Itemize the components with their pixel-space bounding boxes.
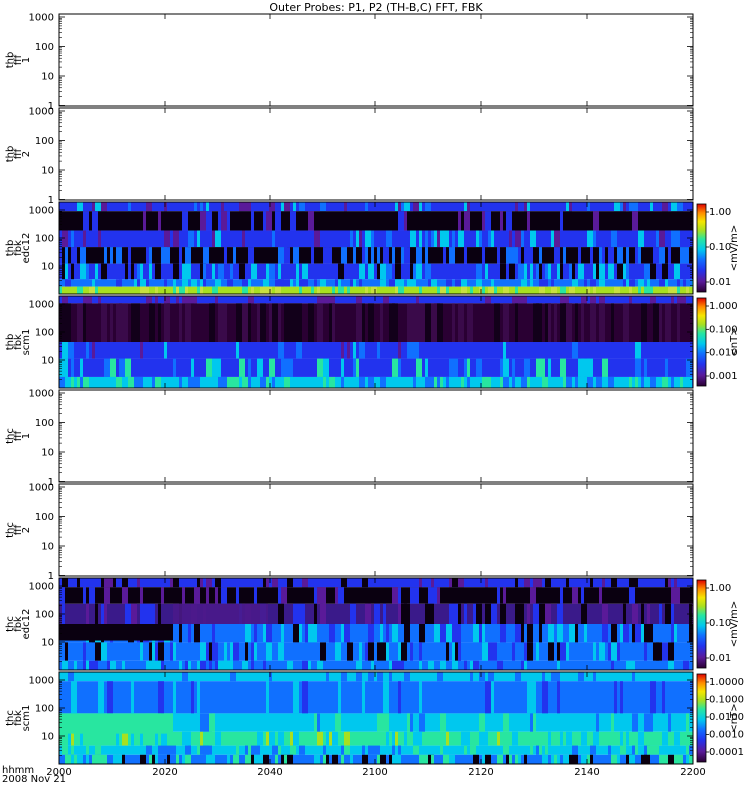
x-tick-label: 2120 (468, 767, 493, 778)
y-tick-label: 100 (35, 704, 54, 715)
y-axis: 1000 100 10 1 (29, 483, 693, 582)
colorbar: 1.00000.10000.01000.00100.0001<nT> (696, 673, 744, 763)
y-tick-label: 10 (41, 262, 54, 273)
colorbar-tick-label: 0.01 (709, 653, 731, 664)
panel-label-line: 1 (21, 57, 32, 63)
panel-label-line: scm1 (21, 705, 32, 732)
colorbar: 1.0000.1000.0100.001<nT> (696, 297, 740, 387)
y-tick-label: 1000 (29, 107, 54, 118)
y-tick-label: 10 (41, 72, 54, 83)
panel-stack: 1000100101thbfff11000100101thbfff21.000.… (5, 13, 744, 765)
y-axis: 1000 100 10 1 (29, 107, 693, 206)
colorbar-tick-label: 0.01 (709, 277, 731, 288)
panel-label-line: 1 (21, 433, 32, 439)
panel-label: thcfbkedc12 (5, 609, 32, 640)
panel-label: thcfbkscm1 (5, 705, 32, 732)
panel-thc-fbk-edc12: 1.00 0.10 0.01 <mV/m> 1000 100 10 thcfbkedc12 (5, 577, 740, 671)
panel-thc-fbk-scm1: 1.00000.10000.01000.00100.0001<nT>100010… (5, 671, 744, 765)
y-tick-label: 10 (41, 166, 54, 177)
y-tick-label: 100 (35, 610, 54, 621)
y-tick-label: 1000 (29, 676, 54, 687)
panel-label: thbfff1 (5, 52, 32, 69)
colorbar-unit-label: <mV/m> (729, 601, 740, 647)
y-axis: 1000100101 (29, 13, 693, 112)
x-tick-label: 2200 (680, 767, 705, 778)
y-tick-label: 10 (41, 448, 54, 459)
colorbar: 1.00 0.10 0.01 <mV/m> (696, 579, 740, 669)
y-tick-label: 100 (35, 418, 54, 429)
colorbar-tick-label: 1.000 (709, 301, 738, 312)
colorbar-tick-label: 1.00 (709, 583, 731, 594)
y-tick-label: 100 (35, 136, 54, 147)
panel-frame (58, 483, 694, 577)
colorbar-unit-label: <nT> (729, 703, 740, 732)
spectrogram-image (59, 202, 693, 294)
x-axis-label-date: 2008 Nov 21 (2, 774, 66, 785)
y-tick-label: 1 (48, 195, 54, 206)
y-axis: 1000100101 (29, 389, 693, 488)
colorbar-tick-label: 1.0000 (709, 677, 744, 688)
spectrogram-image (59, 672, 693, 764)
y-tick-label: 1000 (29, 483, 54, 494)
panel-thb-fbk-edc12: 1.00 0.10 0.01 <mV/m> 1000 100 10 thbfbkedc12 (5, 201, 740, 295)
colorbar-unit-label: <mV/m> (729, 225, 740, 271)
spectrogram-image (59, 578, 693, 670)
panel-label: thbfff2 (5, 146, 32, 163)
panel-label-line: edc12 (21, 233, 32, 264)
panel-thc-fff1: 1000 100 10 1thcfff1 (5, 389, 694, 488)
y-tick-label: 1000 (29, 389, 54, 400)
panel-label-line: edc12 (21, 609, 32, 640)
x-tick-label: 2040 (257, 767, 282, 778)
y-tick-label: 10 (41, 732, 54, 743)
y-tick-label: 10 (41, 542, 54, 553)
y-tick-label: 10 (41, 638, 54, 649)
colorbar-tick-label: 1.00 (709, 207, 731, 218)
panel-frame (58, 107, 694, 201)
panel-frame (58, 13, 694, 107)
panel-thb-fbk-scm1: 1.0000.1000.0100.001<nT>100010010thbfbks… (5, 295, 740, 389)
spectrogram-image (59, 296, 693, 388)
y-tick-label: 10 (41, 356, 54, 367)
colorbar-unit-label: <nT> (729, 327, 740, 356)
spectrogram-figure: Outer Probes: P1, P2 (TH-B,C) FFT, FBK 1… (2, 1, 744, 785)
y-tick-label: 100 (35, 42, 54, 53)
panel-frame (58, 389, 694, 483)
x-tick-label: 2140 (574, 767, 599, 778)
panel-label: thcfff2 (5, 522, 32, 538)
panel-thb-fff1: 1000 100 10 1thbfff1 (5, 13, 694, 112)
y-tick-label: 1000 (29, 300, 54, 311)
y-tick-label: 1 (48, 571, 54, 582)
colorbar-tick-label: 0.10 (709, 242, 731, 253)
y-tick-label: 100 (35, 512, 54, 523)
panel-label: thcfff1 (5, 428, 32, 444)
colorbar-tick-label: 0.0001 (709, 747, 744, 758)
x-tick-label: 2100 (362, 767, 387, 778)
panel-label-line: 2 (21, 527, 32, 533)
chart-title: Outer Probes: P1, P2 (TH-B,C) FFT, FBK (269, 1, 483, 14)
y-tick-label: 1000 (29, 582, 54, 593)
panel-label-line: scm1 (21, 329, 32, 356)
panel-label: thbfbkedc12 (5, 233, 32, 264)
y-tick-label: 100 (35, 328, 54, 339)
y-tick-label: 1000 (29, 206, 54, 217)
panel-label-line: 2 (21, 151, 32, 157)
panel-thc-fff2: 1000 100 10 1 thcfff2 (5, 483, 694, 582)
panel-label: thbfbkscm1 (5, 329, 32, 356)
y-tick-label: 1000 (29, 13, 54, 24)
x-tick-label: 2020 (152, 767, 177, 778)
colorbar-tick-label: 0.10 (709, 618, 731, 629)
colorbar-tick-label: 0.001 (709, 371, 738, 382)
colorbar: 1.00 0.10 0.01 <mV/m> (696, 203, 740, 293)
y-tick-label: 100 (35, 234, 54, 245)
panel-thb-fff2: 1000 100 10 1 thbfff2 (5, 107, 694, 206)
